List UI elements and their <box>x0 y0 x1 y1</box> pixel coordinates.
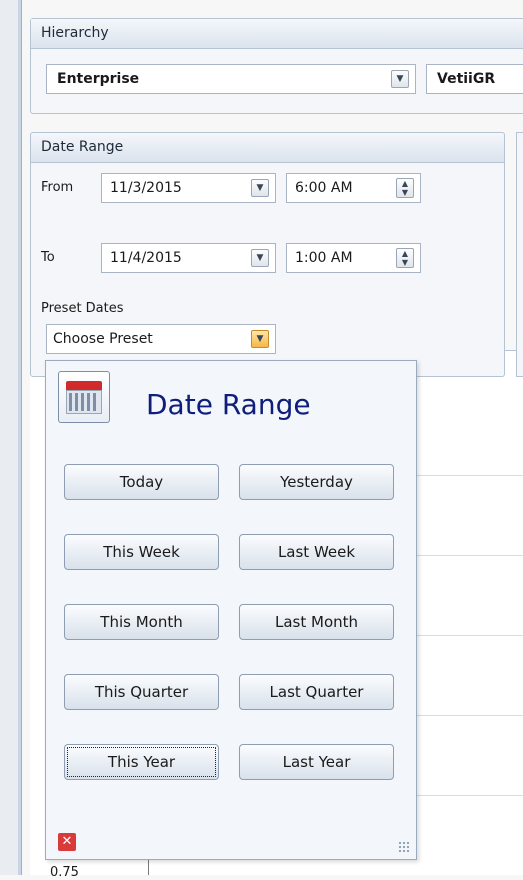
to-date-value: 11/4/2015 <box>110 250 182 266</box>
close-icon[interactable]: ✕ <box>58 833 76 851</box>
spinner-icon[interactable]: ▲ ▼ <box>396 248 414 268</box>
from-date-input[interactable]: 11/3/2015 ▼ <box>101 173 276 203</box>
last-month-button[interactable]: Last Month <box>239 604 394 640</box>
chevron-down-icon[interactable]: ▼ <box>251 330 269 348</box>
hierarchy-panel: Hierarchy Enterprise ▼ VetiiGR <box>30 18 523 114</box>
date-range-panel-title: Date Range <box>31 133 504 163</box>
hierarchy-level2-value: VetiiGR <box>437 71 496 87</box>
popup-title: Date Range <box>146 388 311 421</box>
hierarchy-level2-select[interactable]: VetiiGR <box>426 64 523 94</box>
from-time-input[interactable]: 6:00 AM ▲ ▼ <box>286 173 421 203</box>
this-month-button[interactable]: This Month <box>64 604 219 640</box>
preset-select-value: Choose Preset <box>53 331 153 347</box>
hierarchy-level1-select[interactable]: Enterprise ▼ <box>46 64 416 94</box>
this-year-button[interactable]: This Year <box>64 744 219 780</box>
to-label: To <box>41 250 55 265</box>
to-time-value: 1:00 AM <box>295 250 353 266</box>
from-label: From <box>41 180 74 195</box>
chevron-down-icon[interactable]: ▼ <box>251 249 269 267</box>
spinner-icon[interactable]: ▲ ▼ <box>396 178 414 198</box>
calendar-icon <box>58 371 110 423</box>
resize-grip-icon[interactable] <box>398 841 410 853</box>
date-range-popup: Date Range Today Yesterday This Week Las… <box>45 360 417 860</box>
hierarchy-level1-value: Enterprise <box>57 71 140 87</box>
to-date-input[interactable]: 11/4/2015 ▼ <box>101 243 276 273</box>
preset-select[interactable]: Choose Preset ▼ <box>46 324 276 354</box>
chart-ytick-label: 0.75 <box>50 865 79 880</box>
adjacent-panel-edge <box>516 132 523 377</box>
hierarchy-panel-title: Hierarchy <box>31 19 523 49</box>
chevron-down-icon[interactable]: ▼ <box>391 70 409 88</box>
yesterday-button[interactable]: Yesterday <box>239 464 394 500</box>
last-year-button[interactable]: Last Year <box>239 744 394 780</box>
this-week-button[interactable]: This Week <box>64 534 219 570</box>
preset-dates-label: Preset Dates <box>41 301 124 316</box>
today-button[interactable]: Today <box>64 464 219 500</box>
date-range-panel: Date Range From 11/3/2015 ▼ 6:00 AM ▲ ▼ T… <box>30 132 505 377</box>
chevron-down-icon[interactable]: ▼ <box>251 179 269 197</box>
last-quarter-button[interactable]: Last Quarter <box>239 674 394 710</box>
splitter[interactable] <box>18 0 22 875</box>
from-time-value: 6:00 AM <box>295 180 353 196</box>
this-quarter-button[interactable]: This Quarter <box>64 674 219 710</box>
window-left-strip <box>0 0 18 875</box>
to-time-input[interactable]: 1:00 AM ▲ ▼ <box>286 243 421 273</box>
last-week-button[interactable]: Last Week <box>239 534 394 570</box>
from-date-value: 11/3/2015 <box>110 180 182 196</box>
